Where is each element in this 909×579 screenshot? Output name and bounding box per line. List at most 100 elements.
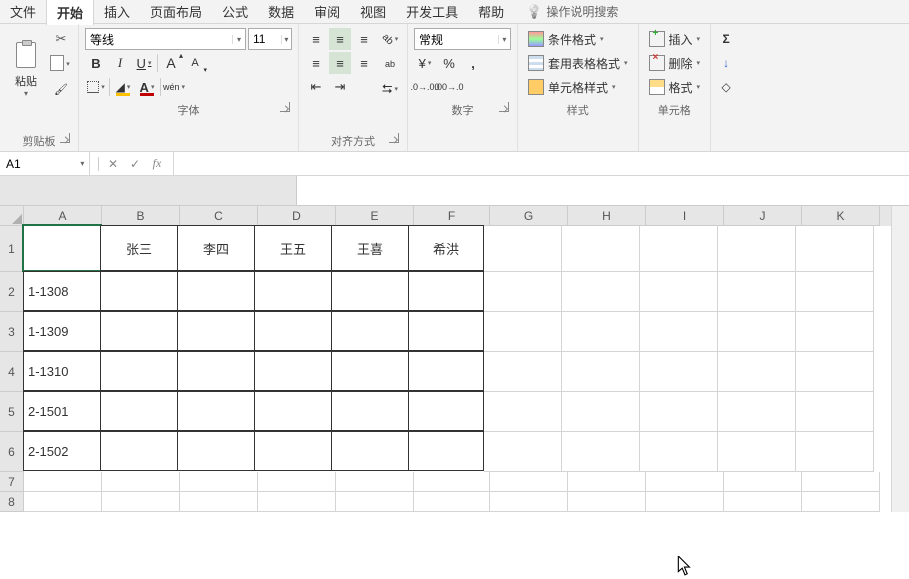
cell-C7[interactable] [180, 472, 258, 492]
menu-tab-页面布局[interactable]: 页面布局 [140, 0, 212, 24]
cell-I7[interactable] [646, 472, 724, 492]
cell-G6[interactable] [484, 432, 562, 472]
cell-D2[interactable] [254, 271, 332, 311]
col-header-D[interactable]: D [258, 206, 336, 226]
insert-function-button[interactable]: fx [149, 156, 165, 172]
cell-F5[interactable] [408, 391, 484, 431]
row-header-8[interactable]: 8 [0, 492, 24, 512]
paste-button[interactable]: 粘贴 ▾ [6, 28, 46, 100]
cell-D3[interactable] [254, 311, 332, 351]
formula-cancel-button[interactable]: ✕ [105, 156, 121, 172]
menu-tab-审阅[interactable]: 审阅 [304, 0, 350, 24]
cell-C5[interactable] [177, 391, 255, 431]
cell-J5[interactable] [718, 392, 796, 432]
accounting-format-button[interactable]: ¥ [414, 52, 436, 74]
cell-E4[interactable] [331, 351, 409, 391]
cell-A2[interactable]: 1-1308 [23, 271, 101, 311]
cell-E1[interactable]: 王喜 [331, 225, 409, 271]
cell-K3[interactable] [796, 312, 874, 352]
cell-D1[interactable]: 王五 [254, 225, 332, 271]
tell-me-search[interactable]: 操作说明搜索 [526, 3, 618, 20]
fill-color-button[interactable]: ◢ [112, 76, 134, 98]
cell-B2[interactable] [100, 271, 178, 311]
italic-button[interactable]: I [109, 52, 131, 74]
cell-F2[interactable] [408, 271, 484, 311]
border-button[interactable] [85, 76, 107, 98]
vertical-scrollbar[interactable] [891, 206, 909, 512]
delete-button[interactable]: × 删除▾ [645, 52, 705, 74]
cell-G8[interactable] [490, 492, 568, 512]
cell-G3[interactable] [484, 312, 562, 352]
cell-C1[interactable]: 李四 [177, 225, 255, 271]
cell-A7[interactable] [24, 472, 102, 492]
phonetic-guide-button[interactable]: wén [163, 76, 185, 98]
cell-I6[interactable] [640, 432, 718, 472]
font-name-input[interactable] [86, 32, 232, 46]
decrease-decimal-button[interactable]: .00→.0 [438, 76, 460, 98]
format-button[interactable]: 格式▾ [645, 76, 705, 98]
number-format-combo[interactable]: ▾ [414, 28, 511, 50]
align-bottom-button[interactable]: ≡ [353, 28, 375, 50]
col-header-A[interactable]: A [24, 206, 102, 226]
cell-G7[interactable] [490, 472, 568, 492]
number-format-input[interactable] [415, 32, 498, 46]
cell-A1[interactable] [23, 225, 101, 271]
col-header-H[interactable]: H [568, 206, 646, 226]
cell-E8[interactable] [336, 492, 414, 512]
name-box-input[interactable] [0, 157, 76, 171]
cell-F1[interactable]: 希洪 [408, 225, 484, 271]
col-header-E[interactable]: E [336, 206, 414, 226]
menu-tab-插入[interactable]: 插入 [94, 0, 140, 24]
cell-K1[interactable] [796, 226, 874, 272]
comma-button[interactable]: , [462, 52, 484, 74]
cell-H6[interactable] [562, 432, 640, 472]
cell-J2[interactable] [718, 272, 796, 312]
cell-J6[interactable] [718, 432, 796, 472]
grow-font-button[interactable]: A▴ [160, 52, 182, 74]
cell-J4[interactable] [718, 352, 796, 392]
cell-A5[interactable]: 2-1501 [23, 391, 101, 431]
cell-C3[interactable] [177, 311, 255, 351]
number-format-dropdown-icon[interactable]: ▾ [498, 35, 510, 44]
cell-D7[interactable] [258, 472, 336, 492]
cell-K6[interactable] [796, 432, 874, 472]
orientation-button[interactable]: ab [379, 28, 401, 50]
increase-decimal-button[interactable]: .0→.00 [414, 76, 436, 98]
col-header-F[interactable]: F [414, 206, 490, 226]
cell-J1[interactable] [718, 226, 796, 272]
cell-I4[interactable] [640, 352, 718, 392]
clipboard-launcher-icon[interactable] [60, 133, 70, 143]
decrease-indent-button[interactable]: ⇤ [305, 76, 327, 98]
cell-C4[interactable] [177, 351, 255, 391]
menu-tab-公式[interactable]: 公式 [212, 0, 258, 24]
row-header-1[interactable]: 1 [0, 226, 24, 272]
align-left-button[interactable]: ≡ [305, 52, 327, 74]
cell-G2[interactable] [484, 272, 562, 312]
increase-indent-button[interactable]: ⇥ [329, 76, 351, 98]
col-header-G[interactable]: G [490, 206, 568, 226]
col-header-C[interactable]: C [180, 206, 258, 226]
align-right-button[interactable]: ≡ [353, 52, 375, 74]
cell-A8[interactable] [24, 492, 102, 512]
cell-A3[interactable]: 1-1309 [23, 311, 101, 351]
cell-A6[interactable]: 2-1502 [23, 431, 101, 471]
formula-accept-button[interactable]: ✓ [127, 156, 143, 172]
col-header-J[interactable]: J [724, 206, 802, 226]
cell-H7[interactable] [568, 472, 646, 492]
cell-C8[interactable] [180, 492, 258, 512]
menu-tab-数据[interactable]: 数据 [258, 0, 304, 24]
cell-A4[interactable]: 1-1310 [23, 351, 101, 391]
cell-I3[interactable] [640, 312, 718, 352]
menu-tab-文件[interactable]: 文件 [0, 0, 46, 24]
cell-H4[interactable] [562, 352, 640, 392]
cell-E7[interactable] [336, 472, 414, 492]
cell-E2[interactable] [331, 271, 409, 311]
cell-I8[interactable] [646, 492, 724, 512]
percent-button[interactable]: % [438, 52, 460, 74]
copy-button[interactable] [50, 53, 72, 75]
insert-button[interactable]: + 插入▾ [645, 28, 705, 50]
shrink-font-button[interactable]: A▾ [184, 52, 206, 74]
font-size-input[interactable] [249, 32, 281, 46]
cell-styles-button[interactable]: 单元格样式▾ [524, 76, 632, 98]
cell-H2[interactable] [562, 272, 640, 312]
